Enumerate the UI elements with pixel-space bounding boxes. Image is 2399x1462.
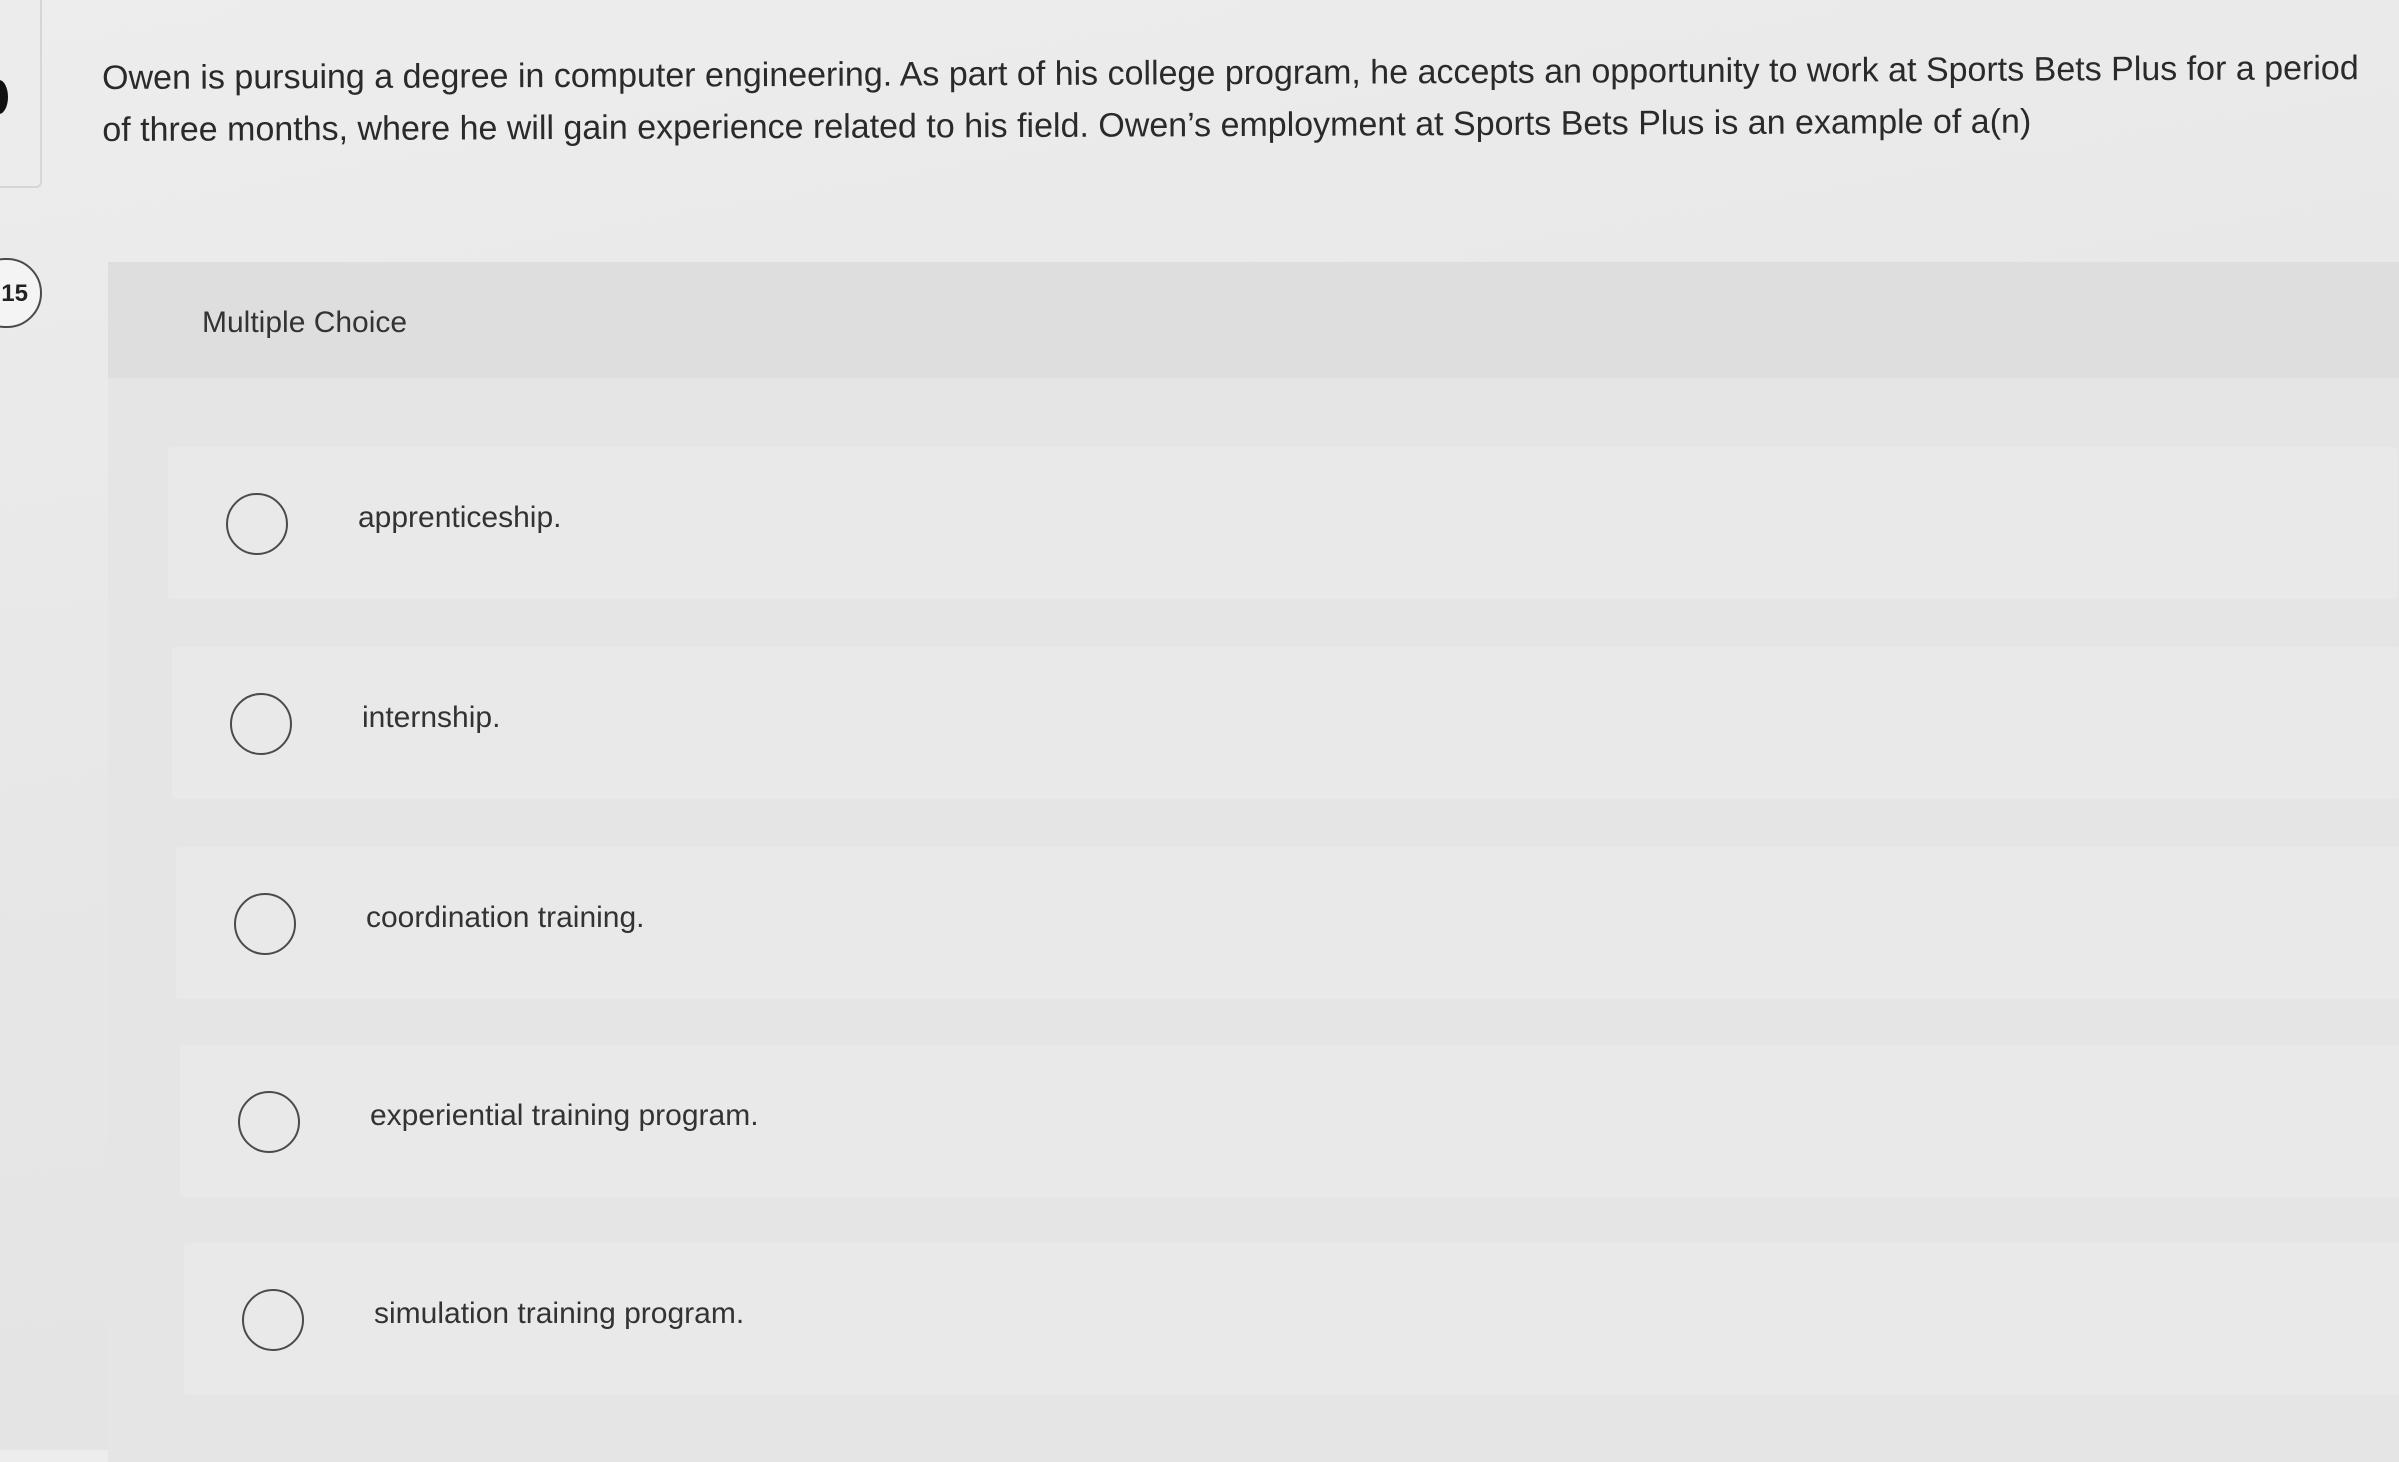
answer-option-label: internship. [362, 701, 501, 734]
answer-option-label: apprenticeship. [358, 501, 562, 534]
multiple-choice-title: Multiple Choice [202, 306, 408, 339]
question-number: 15 [1, 280, 28, 307]
radio-button[interactable] [242, 1289, 304, 1351]
radio-button[interactable] [230, 693, 292, 755]
answer-option-internship[interactable]: internship. [172, 647, 2399, 799]
answer-option-label: simulation training program. [374, 1297, 745, 1330]
question-text: Owen is pursuing a degree in computer en… [102, 49, 2359, 149]
multiple-choice-panel: Multiple Choice apprenticeship. internsh… [108, 262, 2399, 1462]
answer-option-label: coordination training. [366, 901, 645, 934]
radio-button[interactable] [226, 493, 288, 555]
answer-option-simulation-training-program[interactable]: simulation training program. [184, 1243, 2399, 1395]
radio-button[interactable] [238, 1091, 300, 1153]
answer-option-experiential-training-program[interactable]: experiential training program. [180, 1045, 2399, 1197]
question-number-badge[interactable]: 15 [0, 258, 42, 328]
radio-button[interactable] [234, 893, 296, 955]
answer-option-coordination-training[interactable]: coordination training. [176, 847, 2399, 999]
multiple-choice-header: Multiple Choice [108, 262, 2399, 378]
answer-option-apprenticeship[interactable]: apprenticeship. [168, 447, 2398, 599]
answer-option-label: experiential training program. [370, 1099, 759, 1132]
